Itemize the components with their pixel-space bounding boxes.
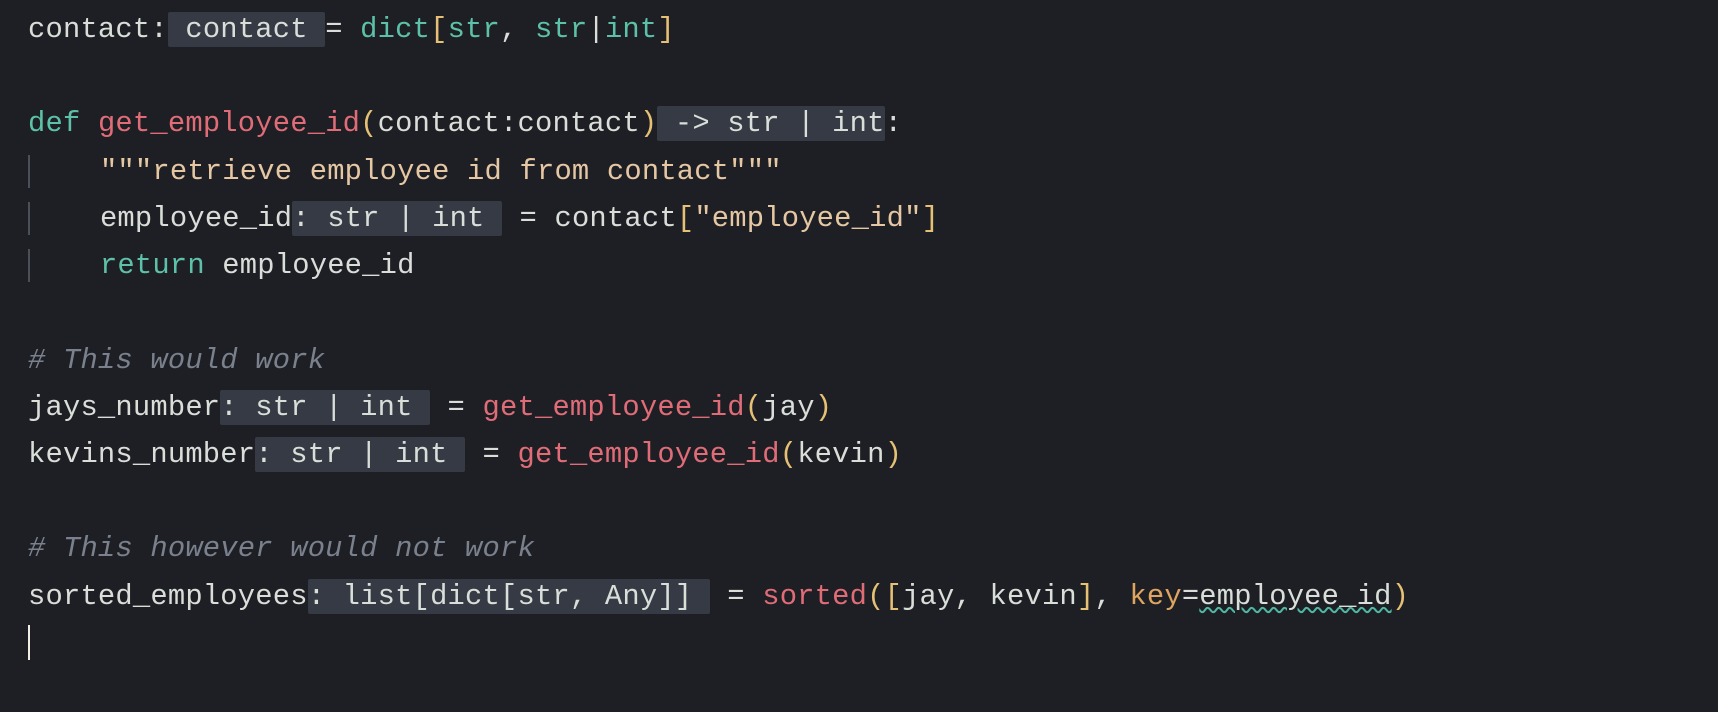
arg-type: contact (518, 107, 640, 140)
eq: = (325, 13, 360, 46)
def-colon: : (885, 107, 902, 140)
code-line-12: # This however would not work (28, 532, 535, 565)
rbracket3: ] (1077, 580, 1094, 613)
ann-hl: : str | int (292, 201, 502, 236)
code-line-13: sorted_employees: list[dict[str, Any]] =… (28, 579, 1409, 614)
eq2: = (430, 391, 482, 424)
rparen4: ) (1392, 580, 1409, 613)
var-jays: jays_number (28, 391, 220, 424)
fn-name: get_employee_id (98, 107, 360, 140)
var-sorted: sorted_employees (28, 580, 308, 613)
type-contact-hl: contact (168, 12, 325, 47)
lparen2: ( (745, 391, 762, 424)
code-line-5: employee_id: str | int = contact["employ… (28, 202, 939, 235)
comma3: , (1094, 580, 1129, 613)
ann-hl-2: : str | int (220, 390, 430, 425)
warn-employee-id: employee_id (1199, 580, 1391, 613)
assign: = contact (502, 202, 677, 235)
rbracket: ] (657, 13, 674, 46)
ident-contact: contact (28, 13, 150, 46)
code-line-7 (28, 296, 45, 329)
var-kevins: kevins_number (28, 438, 255, 471)
arg-jay2: jay (902, 580, 954, 613)
var-employee-id: employee_id (100, 202, 292, 235)
code-line-1: contact: contact = dict[str, str|int] (28, 12, 675, 47)
comment: # This would work (28, 344, 325, 377)
str-literal: "employee_id" (694, 202, 921, 235)
rparen: ) (640, 107, 657, 140)
cursor-icon (28, 625, 30, 660)
ann-hl-3: : str | int (255, 437, 465, 472)
code-line-14 (28, 627, 30, 660)
ann-hl-4: : list[dict[str, Any]] (308, 579, 710, 614)
type-int: int (605, 13, 657, 46)
comment-2: # This however would not work (28, 532, 535, 565)
lbracket2: [ (677, 202, 694, 235)
lparen3: ( (780, 438, 797, 471)
arg-kevin: kevin (797, 438, 884, 471)
rparen2: ) (815, 391, 832, 424)
lparen4: ( (867, 580, 884, 613)
kwarg-key: key (1129, 580, 1181, 613)
fn-call-2: get_employee_id (518, 438, 780, 471)
code-line-9: jays_number: str | int = get_employee_id… (28, 390, 832, 425)
rbracket2: ] (922, 202, 939, 235)
colon: : (150, 13, 167, 46)
arg-colon: : (500, 107, 517, 140)
type-str: str (448, 13, 500, 46)
arg-name: contact (378, 107, 500, 140)
eq3: = (465, 438, 517, 471)
kw-return: return (100, 249, 205, 282)
fn-call: get_employee_id (483, 391, 745, 424)
kwarg-eq: = (1182, 580, 1199, 613)
code-line-6: return employee_id (28, 249, 415, 282)
code-editor[interactable]: contact: contact = dict[str, str|int] de… (0, 0, 1718, 667)
eq4: = (710, 580, 762, 613)
pipe: | (587, 13, 604, 46)
code-line-10: kevins_number: str | int = get_employee_… (28, 437, 902, 472)
comma2: , (955, 580, 990, 613)
type-str2: str (535, 13, 587, 46)
return-annotation-hl: -> str | int (657, 106, 884, 141)
arg-kevin2: kevin (990, 580, 1077, 613)
lbracket: [ (430, 13, 447, 46)
code-line-4: """retrieve employee id from contact""" (28, 155, 782, 188)
arg-jay: jay (762, 391, 814, 424)
lbracket3: [ (885, 580, 902, 613)
comma: , (500, 13, 535, 46)
code-line-2 (28, 60, 45, 93)
code-line-11 (28, 485, 45, 518)
type-dict: dict (360, 13, 430, 46)
code-line-8: # This would work (28, 344, 325, 377)
code-line-3: def get_employee_id(contact:contact) -> … (28, 106, 902, 141)
kw-def: def (28, 107, 80, 140)
docstring: """retrieve employee id from contact""" (100, 155, 782, 188)
rparen3: ) (885, 438, 902, 471)
fn-sorted: sorted (762, 580, 867, 613)
ret-var: employee_id (205, 249, 415, 282)
lparen: ( (360, 107, 377, 140)
